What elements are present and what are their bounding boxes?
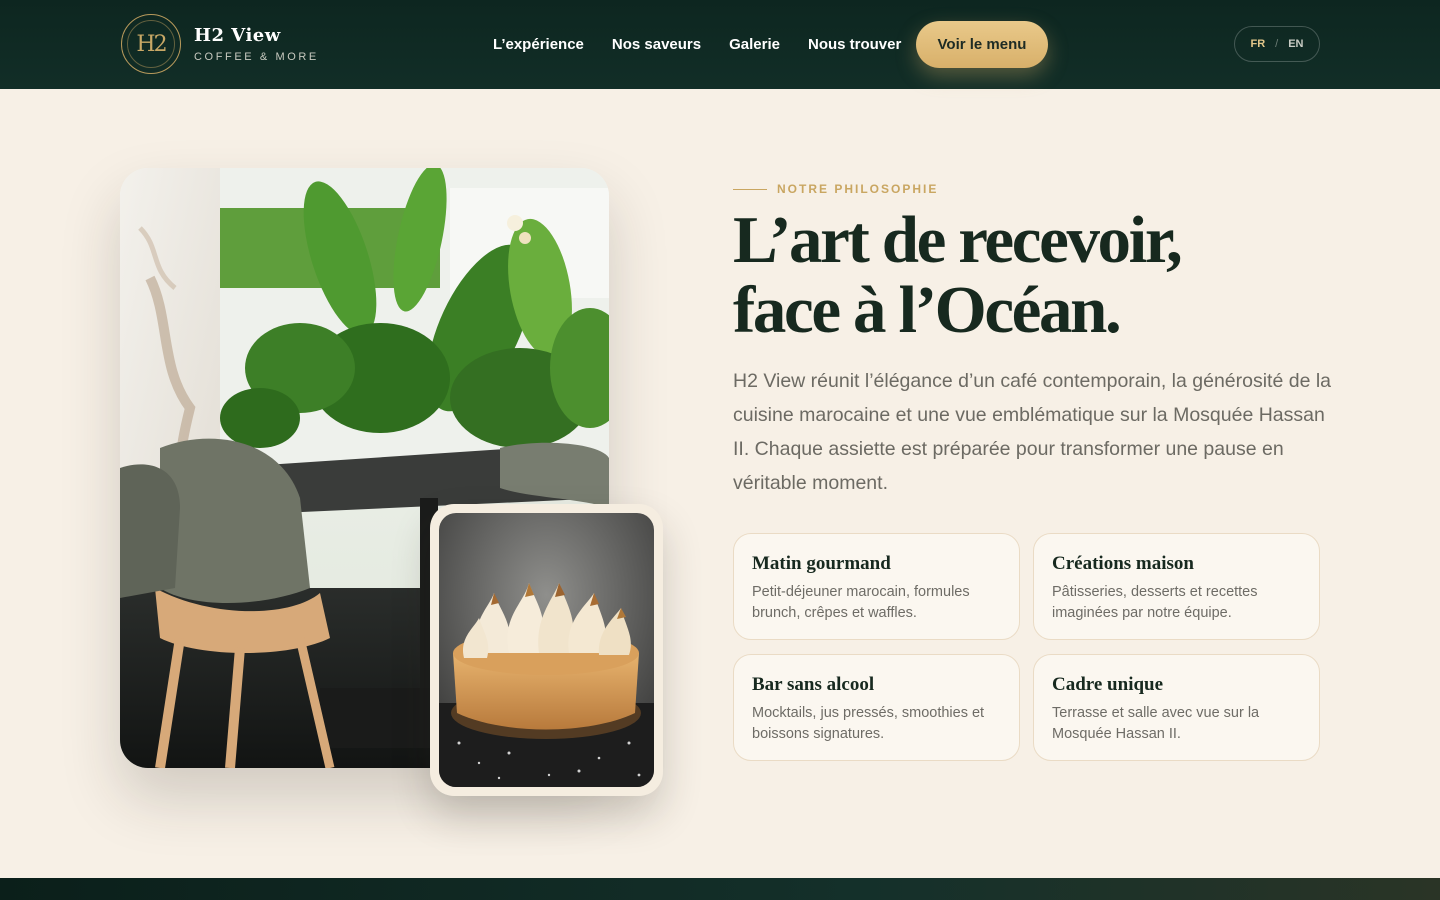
brand-name: H2 View [194, 25, 281, 46]
lemon-meringue-tart-photo [439, 513, 654, 787]
brand-tagline: COFFEE & MORE [194, 51, 319, 63]
feature-card-title: Créations maison [1052, 553, 1194, 574]
eyebrow-divider [733, 188, 767, 190]
nav-link-saveurs[interactable]: Nos saveurs [612, 36, 701, 53]
logo-emblem-icon: H2 [121, 14, 181, 74]
lang-fr-option[interactable]: FR [1250, 38, 1265, 50]
section-eyebrow: NOTRE PHILOSOPHIE [733, 182, 938, 196]
hero-title-line-1: L’art de recevoir, [733, 203, 1183, 277]
lang-en-option[interactable]: EN [1288, 38, 1303, 50]
nav-link-nous-trouver[interactable]: Nous trouver [808, 36, 901, 53]
tart-photo-frame [430, 504, 663, 796]
main-nav: L’expérience Nos saveurs Galerie Nous tr… [493, 0, 929, 89]
feature-card-creations-maison: Créations maison Pâtisseries, desserts e… [1033, 533, 1320, 640]
lang-separator: / [1275, 38, 1279, 50]
feature-card-matin-gourmand: Matin gourmand Petit-déjeuner marocain, … [733, 533, 1020, 640]
feature-card-cadre-unique: Cadre unique Terrasse et salle avec vue … [1033, 654, 1320, 761]
feature-card-title: Cadre unique [1052, 674, 1164, 695]
view-menu-button[interactable]: Voir le menu [916, 21, 1048, 68]
hero-title: L’art de recevoir, face à l’Océan. [733, 205, 1353, 345]
feature-card-title: Matin gourmand [752, 553, 891, 574]
hero-lead-paragraph: H2 View réunit l’élégance d’un café cont… [733, 370, 1332, 494]
feature-card-text: Pâtisseries, desserts et recettes imagin… [1052, 584, 1258, 621]
nav-link-experience[interactable]: L’expérience [493, 36, 584, 53]
feature-card-text: Petit-déjeuner marocain, formules brunch… [752, 584, 970, 621]
feature-card-text: Terrasse et salle avec vue sur la Mosqué… [1052, 705, 1260, 742]
hero-title-line-2: face à l’Océan. [733, 273, 1122, 347]
nav-link-galerie[interactable]: Galerie [729, 36, 780, 53]
site-header: H2 H2 View COFFEE & MORE L’expérience No… [0, 0, 1440, 89]
eyebrow-label: NOTRE PHILOSOPHIE [777, 182, 939, 196]
brand-logo-link[interactable]: H2 H2 View COFFEE & MORE [121, 14, 319, 74]
feature-card-text: Mocktails, jus pressés, smoothies et boi… [752, 705, 985, 742]
feature-card-bar-sans-alcool: Bar sans alcool Mocktails, jus pressés, … [733, 654, 1020, 761]
feature-card-title: Bar sans alcool [752, 674, 875, 695]
logo-mark: H2 [136, 31, 167, 57]
next-section-strip [0, 878, 1440, 900]
language-switcher: FR / EN [1234, 26, 1320, 62]
